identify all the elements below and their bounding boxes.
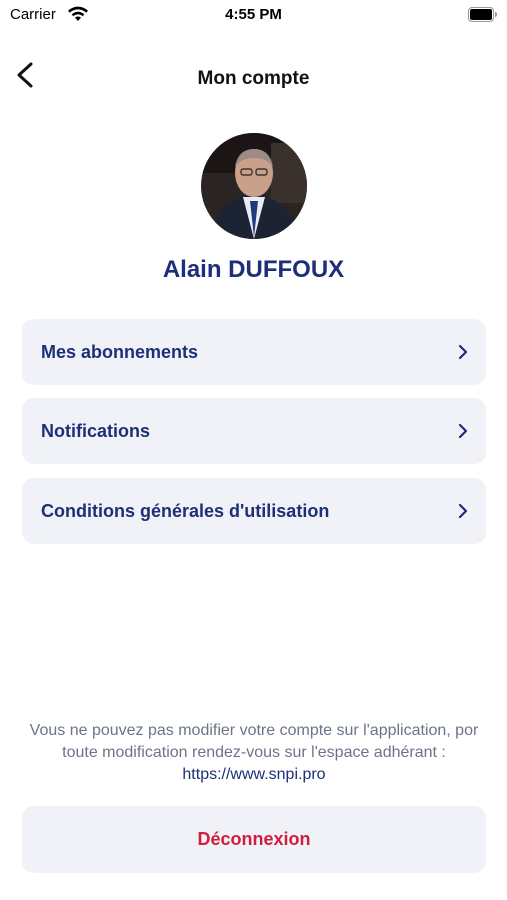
chevron-right-icon (458, 503, 468, 519)
avatar (201, 133, 307, 239)
page-title: Mon compte (197, 68, 310, 89)
logout-button[interactable]: Déconnexion (22, 806, 486, 873)
battery-icon (468, 7, 497, 22)
status-bar: Carrier 4:55 PM (0, 0, 507, 32)
snpi-link[interactable]: https://www.snpi.pro (182, 766, 325, 783)
menu-item-label: Mes abonnements (41, 342, 199, 362)
info-text: Vous ne pouvez pas modifier votre compte… (29, 722, 479, 761)
menu-item-label: Notifications (41, 421, 151, 441)
chevron-right-icon (458, 423, 468, 439)
user-name: Alain DUFFOUX (162, 256, 345, 283)
logout-label: Déconnexion (197, 829, 311, 849)
menu-item-terms[interactable]: Conditions générales d'utilisation (22, 478, 486, 544)
account-info-text: Vous ne pouvez pas modifier votre compte… (24, 720, 484, 786)
chevron-right-icon (458, 344, 468, 360)
menu-item-subscriptions[interactable]: Mes abonnements (22, 319, 486, 385)
menu-item-notifications[interactable]: Notifications (22, 398, 486, 464)
menu-item-label: Conditions générales d'utilisation (41, 501, 330, 521)
clock: 4:55 PM (225, 6, 282, 23)
